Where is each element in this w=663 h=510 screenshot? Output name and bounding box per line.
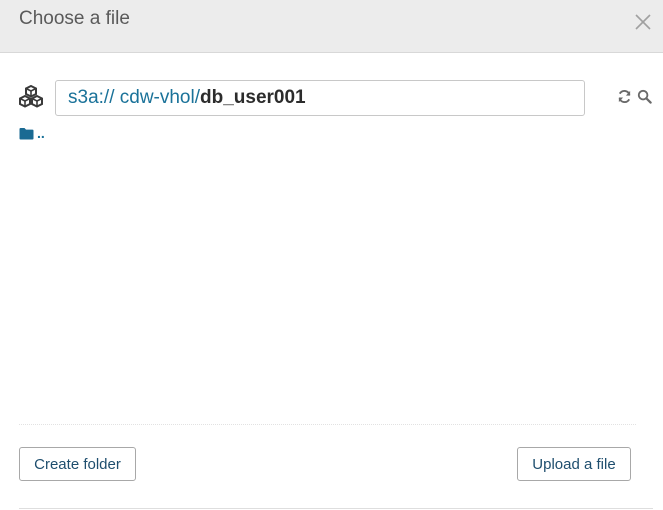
close-icon[interactable] — [634, 11, 652, 31]
path-breadcrumb[interactable]: s3a:// cdw-vhol / db_user001 — [55, 80, 585, 116]
dialog-title: Choose a file — [19, 8, 130, 29]
folder-icon — [19, 127, 34, 139]
list-item-label: .. — [37, 125, 45, 141]
divider — [19, 508, 653, 509]
cubes-icon — [18, 84, 44, 109]
path-bucket-link[interactable]: cdw-vhol — [120, 87, 195, 109]
dialog-header: Choose a file — [0, 0, 663, 53]
upload-file-button[interactable]: Upload a file — [517, 447, 631, 481]
search-icon[interactable] — [637, 89, 652, 104]
create-folder-button[interactable]: Create folder — [19, 447, 136, 481]
file-chooser-dialog: Choose a file s3a:// cdw-vhol / db_user0… — [0, 0, 663, 510]
refresh-icon[interactable] — [617, 89, 632, 104]
path-scheme-link[interactable]: s3a:// — [68, 87, 120, 109]
list-item[interactable]: .. — [19, 124, 45, 142]
path-current-folder[interactable]: db_user001 — [200, 87, 306, 109]
divider — [19, 424, 636, 425]
